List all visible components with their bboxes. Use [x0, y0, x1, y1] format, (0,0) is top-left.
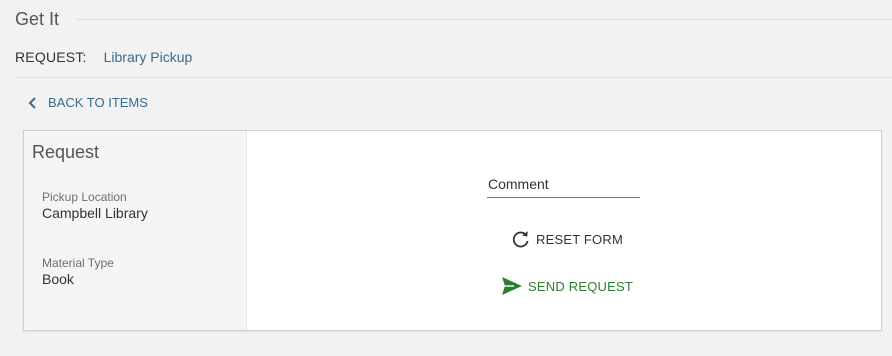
refresh-icon: [512, 231, 529, 248]
request-type-link[interactable]: Library Pickup: [104, 49, 193, 65]
request-panel: Request Pickup Location Campbell Library…: [23, 130, 882, 331]
summary-title: Request: [32, 142, 100, 162]
back-to-items-label: BACK TO ITEMS: [48, 95, 148, 110]
material-type-value: Book: [42, 271, 74, 287]
send-request-button[interactable]: SEND REQUEST: [501, 276, 633, 296]
comment-input[interactable]: Comment: [487, 175, 640, 198]
material-type-field: Material Type Book: [42, 256, 114, 288]
section-header: Get It: [15, 8, 892, 30]
send-request-label: SEND REQUEST: [528, 278, 633, 294]
request-summary: Request Pickup Location Campbell Library…: [24, 131, 247, 330]
pickup-location-label: Pickup Location: [42, 190, 127, 204]
send-icon: [502, 277, 522, 295]
request-type-row: REQUEST: Library Pickup: [15, 49, 192, 65]
reset-form-button[interactable]: RESET FORM: [511, 229, 623, 249]
divider: [15, 77, 892, 78]
chevron-left-icon: [28, 96, 36, 109]
pickup-location-field: Pickup Location Campbell Library: [42, 190, 148, 222]
material-type-label: Material Type: [42, 256, 114, 270]
comment-label: Comment: [488, 176, 549, 192]
reset-form-label: RESET FORM: [536, 231, 623, 247]
pickup-location-value: Campbell Library: [42, 205, 148, 221]
section-divider: [77, 18, 892, 20]
request-type-label: REQUEST:: [15, 49, 87, 65]
section-title: Get It: [15, 8, 60, 29]
request-form: Comment RESET FORM SEND REQUEST: [247, 131, 881, 330]
back-to-items-button[interactable]: BACK TO ITEMS: [28, 95, 148, 110]
